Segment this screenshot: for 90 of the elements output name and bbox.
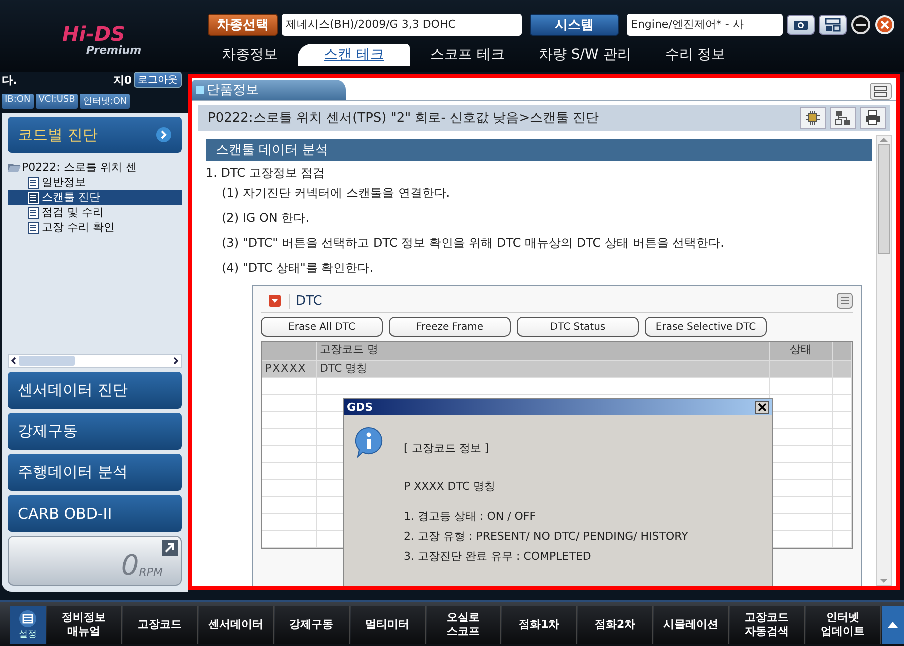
code-diagnosis-header[interactable]: 코드별 진단 [8, 117, 182, 153]
step-text: (4) "DTC 상태"를 확인한다. [221, 260, 375, 277]
logo-title: Hi-DS [62, 24, 126, 44]
layout-icon[interactable] [870, 83, 892, 100]
taskbar-button[interactable]: 고장코드 [122, 606, 198, 644]
column-header: 상태 [770, 342, 833, 360]
menu-button[interactable]: 강제구동 [8, 413, 182, 450]
dialog-dtc: P XXXX DTC 명칭 [404, 479, 496, 495]
minimize-icon[interactable] [851, 15, 871, 35]
scroll-up-icon[interactable] [882, 606, 904, 644]
expand-icon[interactable] [162, 540, 178, 556]
layout-icon[interactable] [819, 15, 847, 35]
taskbar-button[interactable]: 시뮬레이션 [654, 606, 730, 644]
chip-icon[interactable] [800, 107, 826, 129]
vertical-scrollbar[interactable] [876, 135, 892, 586]
logout-button[interactable]: 로그아웃 [134, 72, 182, 88]
collapse-icon[interactable] [269, 295, 281, 307]
tree-item[interactable]: 고장 수리 확인 [8, 220, 182, 235]
step-text: (2) IG ON 한다. [221, 210, 311, 227]
dialog-title: GDS [347, 400, 374, 414]
scroll-left-icon[interactable] [9, 356, 19, 366]
vehicle-field[interactable]: 제네시스(BH)/2009/G 3,3 DOHC [282, 14, 522, 36]
settings-button[interactable]: 설정 [10, 606, 46, 644]
chevron-right-icon [156, 127, 172, 143]
panel-title: P0222:스로틀 위치 센서(TPS) "2" 회로- 신호값 낮음>스캔툴 진단 [208, 110, 600, 127]
tree-item[interactable]: 점검 및 수리 [8, 205, 182, 220]
taskbar-button[interactable]: 고장코드 자동검색 [730, 606, 806, 644]
taskbar-button[interactable]: 오실로 스코프 [426, 606, 502, 644]
user-name: 다. [2, 72, 18, 88]
nav-tab[interactable]: 차량 S/W 관리 [524, 44, 646, 66]
user-id: 지0 [113, 72, 132, 88]
tree-item[interactable]: 일반정보 [8, 175, 182, 190]
panel-tab[interactable]: 단품정보 [192, 80, 346, 100]
menu-button[interactable]: 센서데이터 진단 [8, 372, 182, 409]
document-icon [28, 192, 39, 204]
taskbar-button[interactable]: 인터넷 업데이트 [806, 606, 881, 644]
column-header: 고장코드 명 [317, 342, 770, 360]
document-icon [28, 222, 39, 234]
system-field[interactable]: Engine/엔진제어* - 사 [627, 14, 783, 36]
scroll-thumb[interactable] [19, 356, 75, 366]
horizontal-scrollbar[interactable] [8, 354, 182, 368]
camera-icon[interactable] [787, 15, 815, 35]
table-cell: DTC 명칭 [317, 361, 770, 377]
step-heading: 1. DTC 고장정보 점검 [206, 165, 326, 182]
taskbar-button[interactable]: 멀티미터 [350, 606, 426, 644]
dialog-line: 1. 경고등 상태 : ON / OFF [404, 509, 538, 525]
status-badge: IB:ON [2, 94, 34, 109]
nav-tab[interactable]: 스캔 테크 [298, 44, 410, 66]
table-row[interactable]: PXXXX DTC 명칭 [262, 361, 852, 378]
dtc-button[interactable]: DTC Status [517, 317, 639, 337]
dialog-line: 3. 고장진단 완료 유무 : COMPLETED [404, 549, 592, 565]
vehicle-select-button[interactable]: 차종선택 [208, 14, 278, 36]
taskbar-button[interactable]: 센서데이터 [198, 606, 274, 644]
rpm-value: 0 [121, 551, 140, 581]
logo-subtitle: Premium [86, 44, 142, 57]
menu-button[interactable]: CARB OBD-II [8, 495, 182, 532]
step-text: (3) "DTC" 버튼을 선택하고 DTC 정보 확인을 위해 DTC 매뉴상의 DTC 상태 버튼을 선택한다. [221, 235, 726, 252]
tree-item[interactable]: 스캔툴 진단 [8, 190, 182, 205]
document-icon [28, 206, 39, 218]
dialog-heading: [ 고장코드 정보 ] [404, 441, 490, 457]
taskbar-button[interactable]: 정비정보 매뉴얼 [47, 606, 122, 644]
dtc-title: DTC [289, 294, 829, 308]
system-button[interactable]: 시스템 [530, 14, 619, 36]
settings-icon [19, 610, 37, 628]
rpm-unit: RPM [139, 566, 163, 579]
printer-icon[interactable] [860, 107, 886, 129]
dtc-button[interactable]: Freeze Frame [389, 317, 511, 337]
tree-item[interactable]: P0222: 스로틀 위치 센 [8, 159, 182, 175]
status-badge: 인터넷:ON [80, 94, 130, 109]
section-header: 스캔툴 데이터 분석 [206, 139, 872, 161]
info-icon [354, 427, 384, 459]
table-cell: PXXXX [262, 361, 317, 377]
step-text: (1) 자기진단 커넥터에 스캔툴을 연결한다. [221, 185, 452, 202]
document-icon [28, 176, 39, 188]
dtc-button[interactable]: Erase Selective DTC [645, 317, 767, 337]
scroll-right-icon[interactable] [171, 356, 181, 366]
dtc-button[interactable]: Erase All DTC [261, 317, 383, 337]
network-icon[interactable] [830, 107, 856, 129]
status-badge: VCI:USB [36, 94, 78, 109]
nav-tab[interactable]: 스코프 테크 [416, 44, 519, 66]
taskbar-button[interactable]: 점화2차 [578, 606, 654, 644]
menu-button[interactable]: 주행데이터 분석 [8, 454, 182, 491]
folder-icon [8, 162, 21, 172]
nav-tab[interactable]: 차종정보 [208, 44, 292, 66]
dialog-line: 2. 고장 유형 : PRESENT/ NO DTC/ PENDING/ HISTORY [404, 529, 688, 545]
close-icon[interactable] [755, 400, 769, 414]
nav-tab[interactable]: 수리 정보 [651, 44, 740, 66]
taskbar-button[interactable]: 점화1차 [502, 606, 578, 644]
taskbar-button[interactable]: 강제구동 [274, 606, 350, 644]
scroll-thumb[interactable] [878, 144, 890, 254]
